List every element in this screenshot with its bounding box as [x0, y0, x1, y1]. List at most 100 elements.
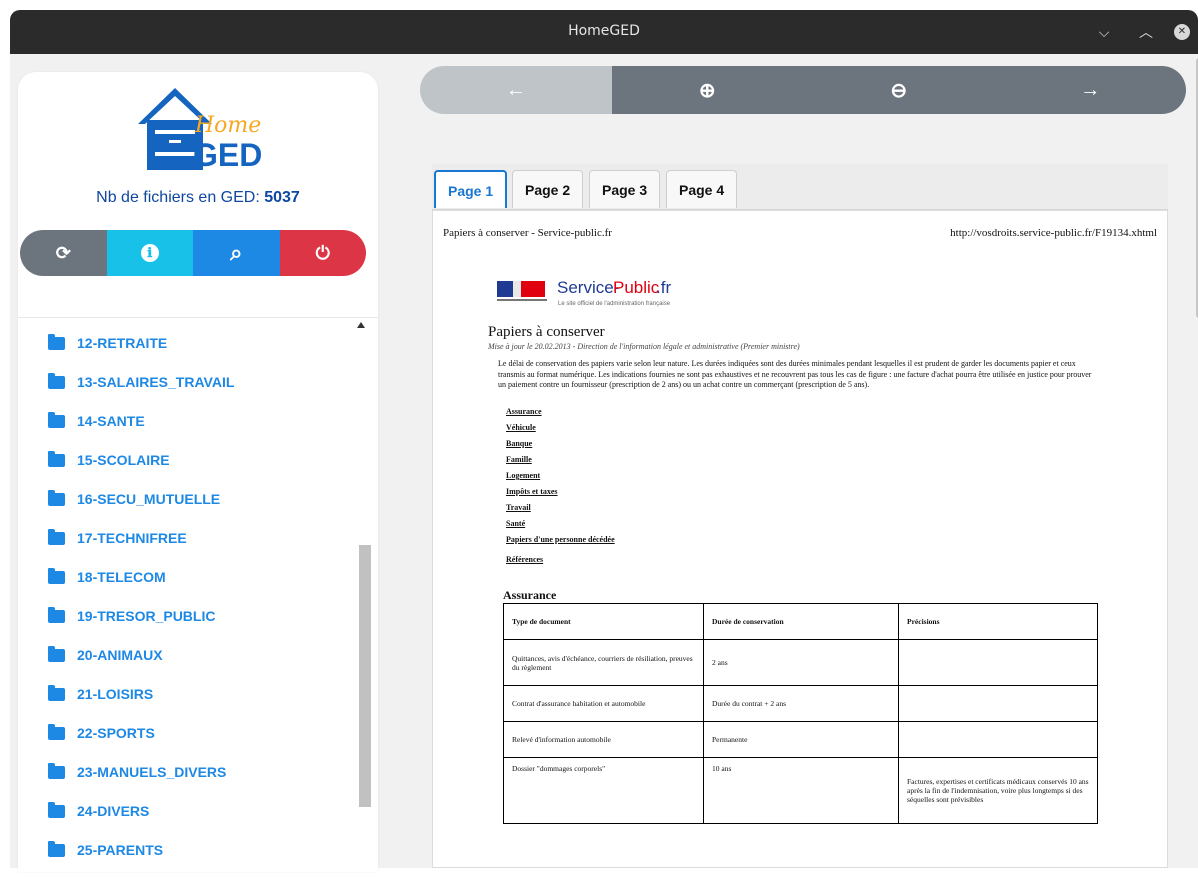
doc-link[interactable]: Références — [506, 555, 543, 564]
refresh-button[interactable]: ⟳ — [20, 230, 107, 276]
table-cell: Quittances, avis d'échéance, courriers d… — [503, 639, 704, 686]
folder-label: 20-ANIMAUX — [77, 647, 163, 663]
doc-link[interactable]: Santé — [506, 519, 525, 528]
folder-label: 21-LOISIRS — [77, 686, 154, 702]
folder-icon — [48, 333, 65, 350]
doc-date: Mise à jour le 20.02.2013 - Direction de… — [488, 342, 800, 351]
folder-icon — [48, 606, 65, 623]
minimize-icon[interactable]: ⌵ — [1094, 22, 1114, 42]
svg-text:Home: Home — [194, 113, 261, 138]
table-cell: 10 ans — [703, 757, 899, 824]
document-page: Papiers à conserver - Service-public.fr … — [432, 210, 1168, 868]
power-button[interactable]: ⏻ — [279, 230, 366, 276]
doc-intro: Le délai de conservation des papiers var… — [498, 359, 1092, 389]
maximize-icon[interactable]: ︿ — [1136, 22, 1156, 42]
table-cell: Contrat d'assurance habitation et automo… — [503, 685, 704, 722]
folder-label: 12-RETRAITE — [77, 335, 168, 351]
folder-label: 24-DIVERS — [77, 803, 150, 819]
table-header: Type de document — [503, 603, 704, 640]
folder-item[interactable]: 17-TECHNIFREE — [48, 528, 187, 548]
table-row: Contrat d'assurance habitation et automo… — [503, 685, 1098, 722]
close-icon[interactable]: ✕ — [1174, 24, 1190, 40]
doc-link[interactable]: Impôts et taxes — [506, 487, 558, 496]
table-cell: Durée du contrat + 2 ans — [703, 685, 899, 722]
app-body: Home GED Nb de fichiers en GED: 5037 ⟳ ℹ… — [10, 54, 1198, 872]
doc-header-title: Papiers à conserver - Service-public.fr — [443, 227, 612, 239]
folder-icon — [48, 450, 65, 467]
zoom-in-icon: ⊕ — [698, 79, 716, 102]
previous-page-button[interactable]: ← — [420, 66, 612, 114]
folder-item[interactable]: 16-SECU_MUTUELLE — [48, 489, 220, 509]
folder-label: 14-SANTE — [77, 413, 145, 429]
folder-item[interactable]: 23-MANUELS_DIVERS — [48, 762, 226, 782]
folder-icon — [48, 489, 65, 506]
folder-label: 23-MANUELS_DIVERS — [77, 764, 227, 780]
folder-item[interactable]: 25-PARENTS — [48, 840, 163, 860]
folder-icon — [48, 567, 65, 584]
folder-item[interactable]: 20-ANIMAUX — [48, 645, 163, 665]
window-titlebar: HomeGED ⌵ ︿ ✕ — [10, 10, 1198, 54]
svg-text:.fr: .fr — [656, 278, 671, 297]
folder-label: 22-SPORTS — [77, 725, 155, 741]
svg-text:Service-: Service- — [557, 278, 619, 297]
table-cell — [898, 685, 1098, 722]
search-button[interactable]: ⌕ — [193, 230, 280, 276]
folder-label: 25-PARENTS — [77, 842, 164, 858]
folder-item[interactable]: 19-TRESOR_PUBLIC — [48, 606, 215, 626]
file-count-value: 5037 — [264, 189, 300, 206]
folder-item[interactable]: 15-SCOLAIRE — [48, 450, 170, 470]
folder-icon — [48, 372, 65, 389]
table-row: Dossier "dommages corporels" 10 ans Fact… — [503, 757, 1098, 824]
svg-text:GED: GED — [193, 137, 262, 172]
service-public-logo: Service- Public .fr Le site officiel de … — [497, 278, 671, 307]
window-title: HomeGED — [568, 23, 640, 39]
next-page-button[interactable]: → — [994, 66, 1186, 114]
doc-link[interactable]: Banque — [506, 439, 532, 448]
sidebar: Home GED Nb de fichiers en GED: 5037 ⟳ ℹ… — [18, 72, 378, 872]
doc-link[interactable]: Assurance — [506, 407, 542, 416]
homeged-logo: Home GED — [138, 88, 262, 172]
tab-page-2[interactable]: Page 2 — [512, 170, 584, 208]
folder-item[interactable]: 21-LOISIRS — [48, 684, 153, 704]
zoom-out-button[interactable]: ⊖ — [803, 66, 995, 114]
folder-item[interactable]: 22-SPORTS — [48, 723, 155, 743]
doc-header-url: http://vosdroits.service-public.fr/F1913… — [950, 227, 1157, 239]
tab-page-1[interactable]: Page 1 — [434, 170, 508, 208]
tab-page-3[interactable]: Page 3 — [589, 170, 661, 208]
zoom-in-button[interactable]: ⊕ — [611, 66, 803, 114]
page-tabs: Page 1 Page 2 Page 3 Page 4 — [432, 164, 1168, 210]
folder-item[interactable]: 24-DIVERS — [48, 801, 149, 821]
table-header: Durée de conservation — [703, 603, 899, 640]
folder-item[interactable]: 18-TELECOM — [48, 567, 166, 587]
viewer-toolbar: ← ⊕ ⊖ → — [420, 66, 1186, 114]
tab-page-4[interactable]: Page 4 — [666, 170, 738, 208]
doc-link[interactable]: Famille — [506, 455, 532, 464]
zoom-out-icon: ⊖ — [890, 79, 908, 102]
folder-item[interactable]: 12-RETRAITE — [48, 333, 167, 353]
table-cell — [898, 639, 1098, 686]
svg-text:Le site officiel de l'administ: Le site officiel de l'administration fra… — [558, 301, 671, 307]
conservation-table: Type de document Durée de conservation P… — [503, 603, 1098, 824]
table-cell: Permanente — [703, 721, 899, 758]
table-cell: 2 ans — [703, 639, 899, 686]
main-scrollbar[interactable] — [1192, 54, 1198, 868]
document-viewer: Page 1 Page 2 Page 3 Page 4 Papiers à co… — [432, 164, 1168, 868]
doc-link[interactable]: Logement — [506, 471, 540, 480]
arrow-left-icon: ← — [505, 78, 526, 101]
folder-label: 13-SALAIRES_TRAVAIL — [77, 374, 235, 390]
file-count: Nb de fichiers en GED: 5037 — [18, 189, 378, 207]
doc-link[interactable]: Travail — [506, 503, 531, 512]
table-cell: Dossier "dommages corporels" — [503, 757, 704, 824]
table-header: Précisions — [898, 603, 1098, 640]
folder-item[interactable]: 14-SANTE — [48, 411, 145, 431]
folder-label: 19-TRESOR_PUBLIC — [77, 608, 216, 624]
doc-link[interactable]: Papiers d'une personne décédée — [506, 535, 615, 544]
doc-link[interactable]: Véhicule — [506, 423, 536, 432]
folder-icon — [48, 411, 65, 428]
arrow-right-icon: → — [1080, 78, 1101, 101]
info-button[interactable]: ℹ — [106, 230, 193, 276]
folder-list-scrollbar[interactable] — [359, 545, 371, 807]
folder-icon — [48, 528, 65, 545]
scroll-up-arrow-icon[interactable] — [357, 322, 365, 328]
folder-item[interactable]: 13-SALAIRES_TRAVAIL — [48, 372, 234, 392]
